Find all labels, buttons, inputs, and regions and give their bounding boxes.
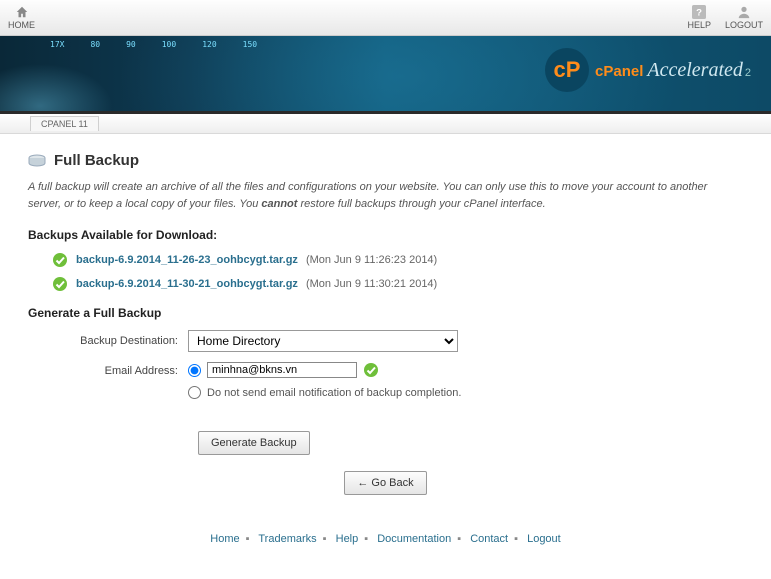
header-banner: 17X8090100120150 cP cPanel Accelerated 2 (0, 36, 771, 114)
destination-row: Backup Destination: Home Directory (28, 330, 743, 352)
generate-heading: Generate a Full Backup (28, 306, 743, 320)
banner-dial: 17X8090100120150 (50, 40, 257, 49)
footer-link-trademarks[interactable]: Trademarks (258, 533, 316, 545)
page-title-text: Full Backup (54, 152, 139, 169)
breadcrumb-bar: CPANEL 11 (0, 114, 771, 134)
person-icon (737, 5, 751, 19)
svg-text:?: ? (696, 8, 702, 19)
destination-select[interactable]: Home Directory (188, 330, 458, 352)
footer-link-logout[interactable]: Logout (527, 533, 561, 545)
backup-link[interactable]: backup-6.9.2014_11-30-21_oohbcygt.tar.gz (76, 278, 298, 290)
cpanel-logo-icon: cP (545, 48, 589, 92)
help-label: HELP (687, 20, 711, 30)
brand-accelerated: Accelerated (647, 59, 743, 82)
footer-link-documentation[interactable]: Documentation (377, 533, 451, 545)
backup-item: backup-6.9.2014_11-30-21_oohbcygt.tar.gz… (52, 276, 743, 292)
email-row: Email Address: Do not send email notific… (28, 362, 743, 399)
valid-icon (363, 362, 379, 378)
page-title: Full Backup (28, 152, 743, 169)
backup-link[interactable]: backup-6.9.2014_11-26-23_oohbcygt.tar.gz (76, 254, 298, 266)
email-radio-skip[interactable] (188, 386, 201, 399)
breadcrumb[interactable]: CPANEL 11 (30, 116, 99, 131)
backups-heading: Backups Available for Download: (28, 228, 743, 242)
footer-link-contact[interactable]: Contact (470, 533, 508, 545)
backup-list: backup-6.9.2014_11-26-23_oohbcygt.tar.gz… (28, 252, 743, 292)
home-label: HOME (8, 20, 35, 30)
footer-link-home[interactable]: Home (210, 533, 239, 545)
help-button[interactable]: ? HELP (687, 5, 711, 30)
check-icon (52, 276, 68, 292)
logout-button[interactable]: LOGOUT (725, 5, 763, 30)
destination-label: Backup Destination: (28, 335, 188, 347)
check-icon (52, 252, 68, 268)
footer-nav: Home▪ Trademarks▪ Help▪ Documentation▪ C… (0, 527, 771, 555)
main-content: Full Backup A full backup will create an… (0, 134, 771, 527)
email-radio-send[interactable] (188, 364, 201, 377)
email-field[interactable] (207, 362, 357, 378)
brand-cpanel: cPanel (595, 63, 643, 80)
help-icon: ? (692, 5, 706, 19)
generate-backup-button[interactable]: Generate Backup (198, 431, 310, 455)
page-description: A full backup will create an archive of … (28, 179, 743, 212)
footer-link-help[interactable]: Help (336, 533, 359, 545)
home-button[interactable]: HOME (8, 5, 35, 30)
brand-sub: 2 (745, 67, 751, 79)
top-toolbar: HOME ? HELP LOGOUT (0, 0, 771, 36)
logout-label: LOGOUT (725, 20, 763, 30)
home-icon (15, 5, 29, 19)
backup-meta: (Mon Jun 9 11:26:23 2014) (306, 254, 437, 266)
backup-meta: (Mon Jun 9 11:30:21 2014) (306, 278, 437, 290)
disk-icon (28, 154, 46, 168)
cpanel-logo: cP cPanel Accelerated 2 (545, 48, 751, 92)
email-label: Email Address: (28, 362, 188, 377)
no-email-label: Do not send email notification of backup… (207, 387, 461, 399)
go-back-button[interactable]: ← Go Back (344, 471, 426, 495)
backup-item: backup-6.9.2014_11-26-23_oohbcygt.tar.gz… (52, 252, 743, 268)
